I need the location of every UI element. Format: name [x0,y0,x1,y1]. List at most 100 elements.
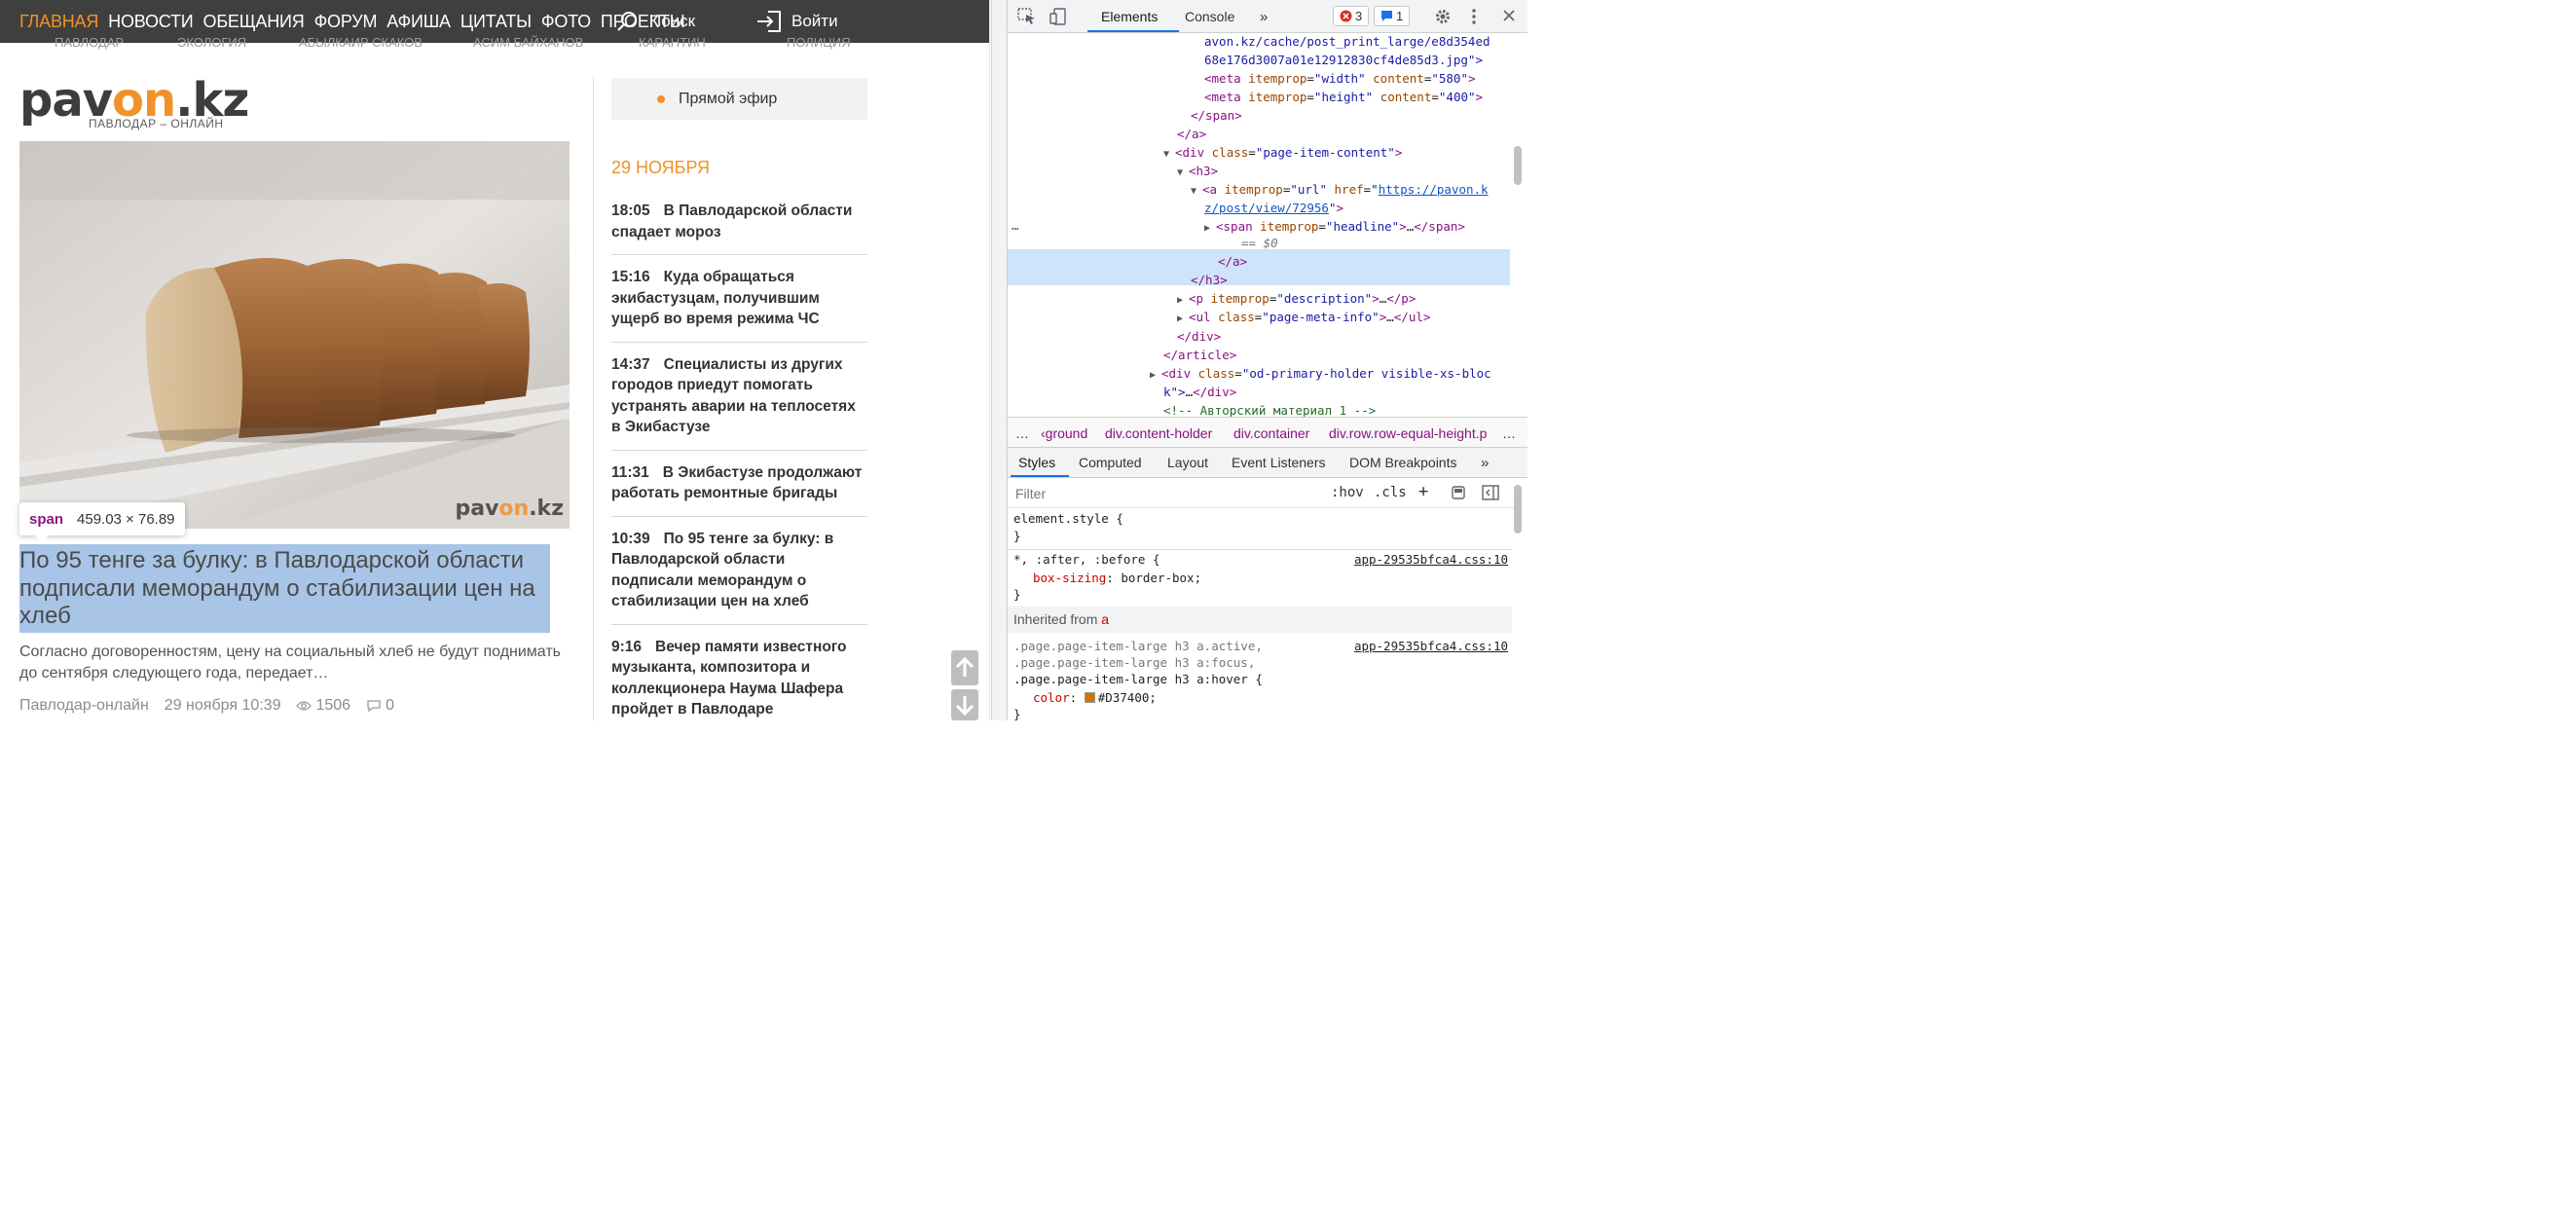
dom-node-div-od-primary[interactable]: ▶ <div class="od-primary-holder visible-x… [1150,364,1491,385]
tag-link[interactable]: АСИМ БАЙХАНОВ [473,35,583,50]
scroll-down-button[interactable] [951,689,978,720]
dom-close-article[interactable]: </article> [1163,346,1236,364]
css-declaration[interactable]: box-sizing: border-box; [1033,570,1201,586]
expanded-triangle-icon[interactable]: ▼ [1191,182,1202,201]
expanded-triangle-icon[interactable]: ▼ [1163,145,1175,164]
dom-node-h3[interactable]: ▼ <h3> [1177,162,1218,182]
dom-node-div-content[interactable]: ▼ <div class="page-item-content"> [1163,143,1402,164]
inspect-element-icon[interactable] [1017,8,1037,25]
messages-badge[interactable]: 1 [1374,6,1411,26]
more-options-icon[interactable] [1471,8,1477,25]
dom-close-span[interactable]: </span> [1191,106,1242,125]
more-tabs-button[interactable]: » [1260,9,1268,25]
styles-filter-input[interactable] [1011,482,1318,504]
news-item[interactable]: 11:31 В Экибастузе продолжают работать ре… [611,462,867,517]
news-item[interactable]: 18:05 В Павлодарской области спадает моро… [611,201,867,255]
news-item[interactable]: 9:16 Вечер памяти известного музыканта, к… [611,637,867,721]
device-toolbar-icon[interactable] [1049,8,1067,25]
breadcrumb-item[interactable]: div.container [1233,425,1309,441]
dom-text-line[interactable]: z/post/view/72956"> [1204,199,1343,217]
collapsed-triangle-icon[interactable]: ▶ [1177,310,1189,328]
login-button[interactable]: Войти [756,10,838,33]
nav-link-main[interactable]: ГЛАВНАЯ [19,12,98,32]
news-item[interactable]: 10:39 По 95 тенге за булку: в Павлодарско… [611,529,867,625]
article-headline[interactable]: По 95 тенге за булку: в Павлодарской обл… [19,547,570,631]
css-source-link[interactable]: app-29535bfca4.css:10 [1354,638,1508,654]
article-image[interactable]: pavon.kz [19,141,570,529]
search-button[interactable]: Поиск [616,10,695,33]
news-item[interactable]: 14:37 Специалисты из других городов приед… [611,354,867,451]
tag-link[interactable]: ПАВЛОДАР [55,35,124,50]
toggle-sidebar-icon[interactable] [1482,485,1499,500]
css-rule-selector[interactable]: .page.page-item-large h3 a:hover { [1013,671,1263,687]
nav-link-photo[interactable]: ФОТО [541,12,591,32]
dom-node-a[interactable]: ▼ <a itemprop="url" href="https://pavon.k [1191,180,1489,201]
css-source-link[interactable]: app-29535bfca4.css:10 [1354,551,1508,568]
dom-comment[interactable]: <!-- Авторский материал 1 --> [1163,401,1376,417]
tab-event-listeners[interactable]: Event Listeners [1232,455,1326,470]
hover-state-toggle[interactable]: :hov [1331,485,1364,500]
site-logo[interactable]: pavon.kz ПАВЛОДАР – ОНЛАЙН [19,77,249,130]
selected-node-marker: == $0 [1241,236,1278,250]
expanded-triangle-icon[interactable]: ▼ [1177,164,1189,182]
comments-count[interactable]: 0 [386,697,394,715]
close-icon[interactable] [1502,9,1516,22]
tag-link[interactable]: АБЫЛКАИР СКАКОВ [299,35,423,50]
tag-link[interactable]: ЭКОЛОГИЯ [177,35,246,50]
dom-close-h3[interactable]: </h3> [1191,271,1228,289]
tag-link[interactable]: КАРАНТИН [639,35,706,50]
dom-close-a[interactable]: </a> [1218,252,1247,271]
dom-node-meta-width[interactable]: <meta itemprop="width" content="580"> [1204,69,1476,88]
dom-node-meta-height[interactable]: <meta itemprop="height" content="400"> [1204,88,1483,106]
css-element-style[interactable]: element.style { [1013,510,1123,527]
breadcrumb-scroll-right[interactable]: … [1502,425,1516,441]
news-item[interactable]: 15:16 Куда обращаться экибастузцам, получ… [611,267,867,343]
nav-link-news[interactable]: НОВОСТИ [108,12,194,32]
node-actions-ellipsis[interactable]: … [1012,216,1019,235]
inherited-element-link[interactable]: a [1101,611,1109,627]
nav-link-forum[interactable]: ФОРУМ [314,12,378,32]
breadcrumb-item[interactable]: ‹ground [1041,425,1087,441]
dom-close-div[interactable]: </div> [1177,327,1221,346]
tag-link[interactable]: ПОЛИЦИЯ [787,35,851,50]
tab-console[interactable]: Console [1185,9,1234,24]
errors-badge[interactable]: 3 [1333,6,1370,26]
tab-layout[interactable]: Layout [1167,455,1208,470]
tab-dom-breakpoints[interactable]: DOM Breakpoints [1349,455,1456,470]
color-swatch[interactable] [1084,692,1095,703]
css-rule-selector[interactable]: .page.page-item-large h3 a:focus, [1013,654,1255,671]
href-link[interactable]: https://pavon.k [1379,182,1489,197]
collapsed-triangle-icon[interactable]: ▶ [1204,219,1216,238]
href-link[interactable]: z/post/view/72956 [1204,201,1329,215]
news-feed: 18:05 В Павлодарской области спадает моро… [611,201,867,720]
dom-text-line[interactable]: 68e176d3007a01e12912830cf4de85d3.jpg"> [1204,51,1483,69]
dom-text-line[interactable]: k">…</div> [1163,383,1236,401]
dom-node-ul-meta[interactable]: ▶ <ul class="page-meta-info">…</ul> [1177,308,1430,328]
nav-link-afisha[interactable]: АФИША [386,12,451,32]
live-stream-button[interactable]: Прямой эфир [611,78,867,120]
new-style-rule-button[interactable]: + [1418,482,1428,501]
breadcrumb-item[interactable]: div.content-holder [1105,425,1212,441]
breadcrumb-scroll-left[interactable]: … [1015,425,1029,441]
devtools-splitter[interactable] [991,0,1007,720]
dom-scrollbar-thumb[interactable] [1514,146,1522,185]
css-rule-selector[interactable]: *, :after, :before { [1013,551,1160,568]
scroll-up-button[interactable] [951,650,978,685]
dom-node-p-description[interactable]: ▶ <p itemprop="description">…</p> [1177,289,1416,310]
styles-scrollbar-thumb[interactable] [1514,485,1522,534]
more-tabs-button[interactable]: » [1481,455,1489,471]
dom-text-line[interactable]: avon.kz/cache/post_print_large/e8d354ed [1204,34,1490,51]
tab-elements[interactable]: Elements [1101,9,1158,24]
css-declaration[interactable]: color: #D37400; [1033,689,1157,706]
collapsed-triangle-icon[interactable]: ▶ [1150,366,1161,385]
tab-styles[interactable]: Styles [1018,455,1055,470]
computed-styles-icon[interactable] [1451,485,1466,500]
settings-gear-icon[interactable] [1434,8,1452,25]
class-toggle[interactable]: .cls [1374,485,1407,500]
tab-computed[interactable]: Computed [1079,455,1142,470]
nav-link-quotes[interactable]: ЦИТАТЫ [460,12,532,32]
dom-close-a[interactable]: </a> [1177,125,1206,143]
breadcrumb-item[interactable]: div.row.row-equal-height.p [1329,425,1487,441]
css-rule-selector[interactable]: .page.page-item-large h3 a.active, [1013,638,1263,654]
nav-link-promises[interactable]: ОБЕЩАНИЯ [203,12,305,32]
